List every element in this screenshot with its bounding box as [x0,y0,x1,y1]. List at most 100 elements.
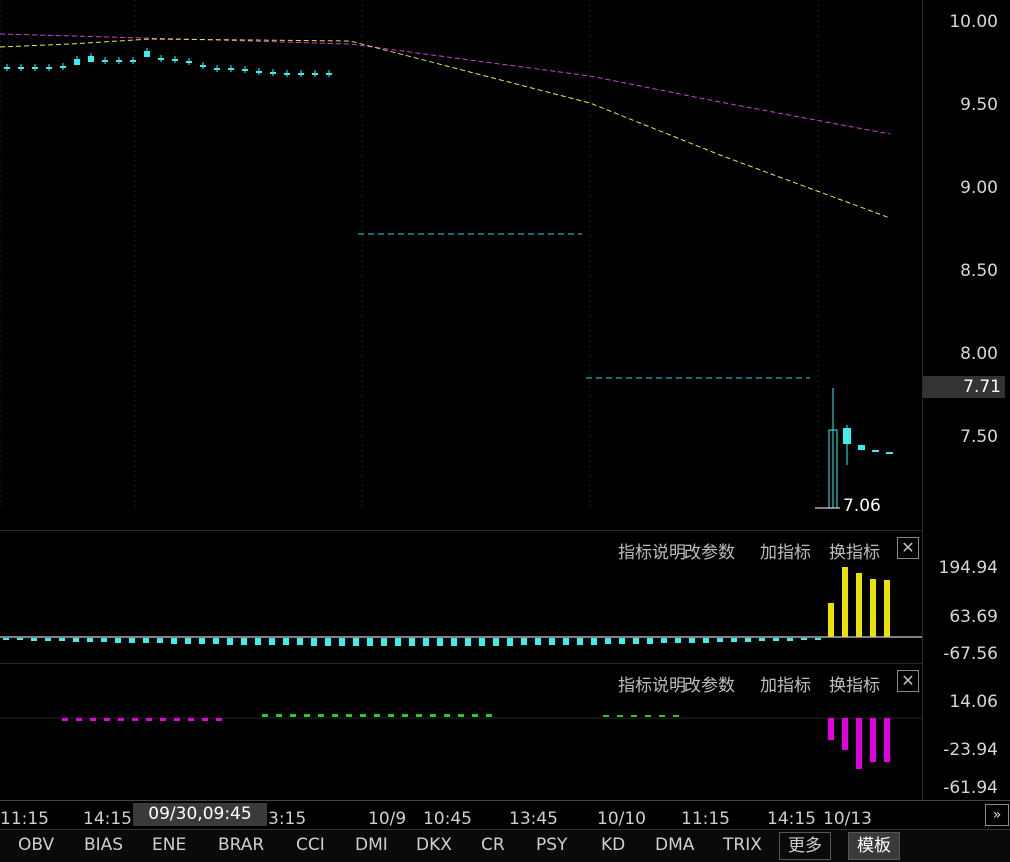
indicator2-bar [262,714,268,717]
price-chart[interactable] [0,0,922,530]
indicator2-bar [132,718,138,721]
indicator2-bar [146,718,152,721]
indicator1-bar [283,638,289,645]
double-chevron-right-icon[interactable]: » [985,804,1009,826]
indicator1-bar [717,638,723,642]
tab-trix[interactable]: TRIX [723,835,762,855]
indicator1-bar [633,638,639,644]
tab-brar[interactable]: BRAR [218,835,264,855]
indicator1-bar [689,638,695,643]
indicator2-bar [90,718,96,721]
indicator1-bar [507,638,513,646]
indicator2-explain-link[interactable]: 指标说明 [618,671,686,696]
indicator1-explain-link[interactable]: 指标说明 [618,538,686,563]
tab-cci[interactable]: CCI [296,835,325,855]
indicator2-bar [444,714,450,717]
indicator1-bar [451,638,457,646]
indicator2-bar [842,718,848,750]
indicator2-tick-1: 14.06 [949,692,998,712]
indicator1-bar [395,638,401,646]
candle-body [158,58,164,60]
price-tick-1: 10.00 [949,12,998,32]
tab-bias[interactable]: BIAS [84,835,123,855]
axis-separator [922,0,923,800]
tab-cr[interactable]: CR [481,835,505,855]
indicator1-bar [703,638,709,643]
indicator1-bar [577,638,583,645]
indicator2-bar [430,714,436,717]
low-price-label: 7.06 [843,496,881,516]
indicator2-close-icon[interactable]: ✕ [897,670,919,692]
tab-psy[interactable]: PSY [536,835,567,855]
indicator1-bar [815,638,821,640]
price-tick-6: 7.50 [960,427,998,447]
indicator2-bar [76,718,82,721]
indicator2-bar [332,714,338,717]
indicator1-params-link[interactable]: 改参数 [684,538,735,563]
candle-body [858,445,865,450]
indicator1-bar [171,638,177,644]
tab-dma[interactable]: DMA [655,835,694,855]
indicator1-bar [437,638,443,646]
indicator1-bar [185,638,191,644]
indicator1-add-link[interactable]: 加指标 [760,538,811,563]
indicator1-switch-link[interactable]: 换指标 [829,538,880,563]
indicator2-bar [645,715,651,717]
indicator2-bar [870,718,876,762]
more-button[interactable]: 更多 [779,832,831,860]
indicator1-bar [129,638,135,643]
tab-obv[interactable]: OBV [18,835,54,855]
indicator2-bar [472,714,478,717]
candle-body [872,450,879,452]
time-label: 11:15 [681,809,730,829]
candle-body [312,73,318,75]
indicator2-bar [603,715,609,717]
price-tick-5: 8.00 [960,344,998,364]
indicator1-bar [255,638,261,645]
indicator1-bar [563,638,569,645]
candle-body [186,61,192,63]
candle-body [214,68,220,70]
template-button[interactable]: 模板 [848,832,900,860]
candle-body [74,59,80,65]
time-label: 14:15 [83,809,132,829]
tab-kd[interactable]: KD [601,835,625,855]
indicator1-bar [479,638,485,646]
indicator2-switch-link[interactable]: 换指标 [829,671,880,696]
candle-body [60,66,66,68]
indicator1-tick-3: -67.56 [943,644,998,664]
candle-body [130,60,136,62]
candle-body [242,69,248,71]
time-label: 10/13 [823,809,872,829]
tab-dkx[interactable]: DKX [416,835,452,855]
tab-ene[interactable]: ENE [152,835,186,855]
indicator1-bar [3,638,9,640]
candle-body [144,51,150,57]
ma-slow-line [0,33,891,135]
price-chart-panel[interactable] [0,0,922,531]
indicator2-bar [416,714,422,717]
indicator1-bar [381,638,387,646]
time-label: 10/10 [597,809,646,829]
price-tick-2: 9.50 [960,95,998,115]
indicator2-bar [617,715,623,717]
indicator2-bar [659,715,665,717]
time-label: 10/9 [368,809,407,829]
indicator2-bar [673,715,679,717]
indicator2-bar [160,718,166,721]
indicator1-bar [87,638,93,642]
indicator2-params-link[interactable]: 改参数 [684,671,735,696]
tab-dmi[interactable]: DMI [355,835,388,855]
time-label: 10:45 [423,809,472,829]
indicator1-bar [745,638,751,642]
indicator1-bar [619,638,625,644]
indicator2-add-link[interactable]: 加指标 [760,671,811,696]
indicator1-close-icon[interactable]: ✕ [897,537,919,559]
indicator1-bar [773,638,779,641]
candle-body [116,60,122,62]
indicator1-bar [423,638,429,646]
indicator2-bar [216,718,222,721]
indicator1-bar [870,579,876,637]
time-label: 13:45 [509,809,558,829]
indicator1-tick-1: 194.94 [938,558,998,578]
